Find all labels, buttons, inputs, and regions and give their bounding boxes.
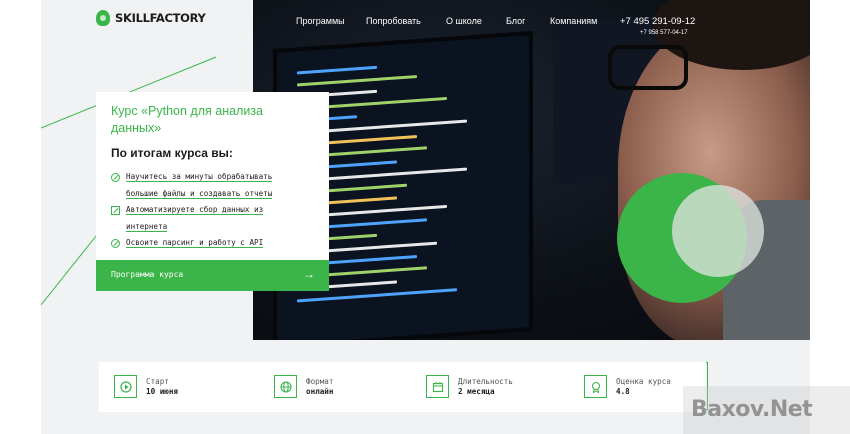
glasses-image [608,45,688,90]
info-label: Длительность [458,376,513,386]
info-rating: Оценка курса 4.8 [584,375,671,398]
check-circle-icon [111,173,120,182]
watermark: Baxov.Net [683,386,850,434]
phone-secondary[interactable]: +7 958 577-04-17 [640,30,688,36]
feature-item: Автоматизируете сбор данных из интернета [111,202,311,235]
feature-line: большие файлы и создавать отчеты [126,188,273,199]
feature-line: интернета [126,221,168,232]
info-value: 4.8 [616,386,630,396]
landing-page: SKILLFACTORY Программы Попробовать О шко… [41,0,810,434]
info-start: Старт 10 июня [114,375,178,398]
info-value: онлайн [306,386,334,396]
course-title: Курс «Python для анализа данных» [111,104,264,135]
arrow-right-icon: → [303,267,315,281]
course-program-button[interactable]: Программа курса → [96,260,329,291]
globe-icon [274,375,297,398]
nav-item-companies[interactable]: Компаниям [550,16,597,26]
info-label: Формат [306,376,334,386]
nav-item-programs[interactable]: Программы [296,16,345,26]
info-duration: Длительность 2 месяца [426,375,513,398]
feature-item: Научитесь за минуты обрабатывать большие… [111,169,311,202]
phone-main[interactable]: +7 495 291-09-12 [620,16,695,27]
nav-item-blog[interactable]: Блог [506,16,525,26]
info-value: 2 месяца [458,386,495,396]
feature-item: Освоите парсинг и работу с API [111,235,311,252]
course-subtitle: По итогам курса вы: [111,146,233,160]
info-format: Формат онлайн [274,375,333,398]
course-program-label: Программа курса [111,270,184,279]
feature-line: Автоматизируете сбор данных из [126,205,264,215]
play-icon [114,375,137,398]
medal-icon [584,375,607,398]
nav-item-about[interactable]: О школе [446,16,482,26]
calendar-icon [426,375,449,398]
white-circle-decoration [672,185,764,277]
info-label: Оценка курса [616,376,671,386]
course-card: Курс «Python для анализа данных» По итог… [96,92,329,260]
info-value: 10 июня [146,386,179,396]
info-label: Старт [146,376,169,386]
info-bar: Старт 10 июня Формат онлайн Длительность… [99,362,706,412]
nav-item-try[interactable]: Попробовать [366,16,421,26]
feature-line: Освоите парсинг и работу с API [126,238,264,248]
hero-photo [253,0,810,340]
feature-line: Научитесь за минуты обрабатывать [126,172,273,182]
watermark-text: Baxov.Net [691,397,813,422]
check-circle-icon [111,239,120,248]
check-square-icon [111,206,120,215]
